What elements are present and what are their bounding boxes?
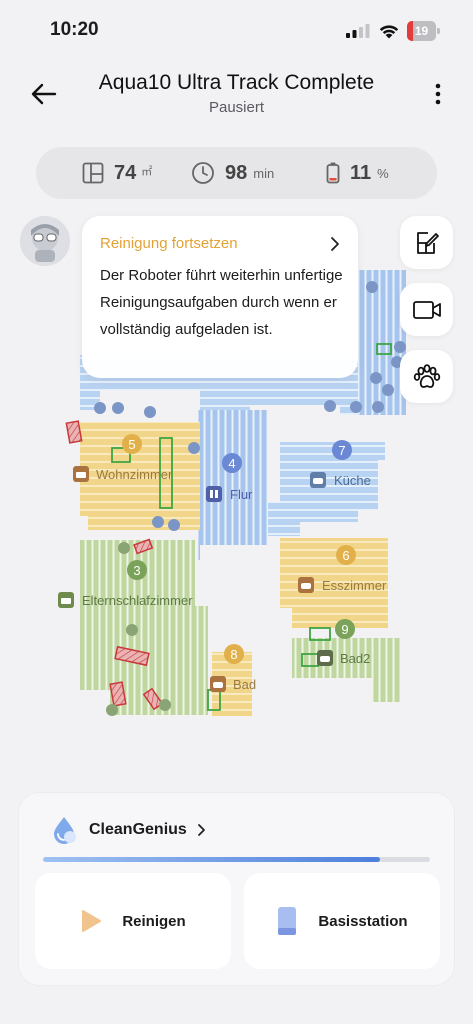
battery-unit: %	[377, 165, 389, 181]
room-number: 9	[341, 622, 348, 637]
room-label-esszimmer[interactable]: Esszimmer	[298, 577, 387, 593]
clock-icon	[192, 162, 214, 184]
status-bar: 10:20 19	[0, 0, 473, 60]
play-icon	[82, 910, 102, 932]
room-label-wohnzimmer[interactable]: Wohnzimmer	[73, 466, 173, 482]
room-number: 7	[338, 443, 345, 458]
start-cleaning-label: Reinigen	[122, 912, 186, 930]
back-button[interactable]	[26, 76, 62, 112]
room-name: Flur	[230, 487, 253, 502]
room-marker-5[interactable]: 5	[122, 434, 142, 454]
room-number: 4	[228, 456, 235, 471]
area-icon	[82, 162, 104, 184]
room-marker-6[interactable]: 6	[336, 545, 356, 565]
no-go-zone[interactable]	[65, 420, 83, 444]
chevron-right-icon	[197, 824, 205, 836]
room-name: Wohnzimmer	[96, 467, 173, 482]
battery-stat: 11 %	[326, 147, 389, 199]
wifi-icon	[379, 25, 399, 39]
arrow-left-icon	[31, 83, 57, 105]
cleangenius-droplet-icon	[54, 817, 76, 844]
cleaning-progress-bar	[43, 857, 430, 862]
battery-percentage: 19	[414, 24, 429, 38]
cellular-signal-icon	[346, 24, 370, 38]
edit-map-button[interactable]	[400, 216, 453, 269]
start-cleaning-button[interactable]: Reinigen	[35, 873, 231, 969]
battery-indicator: 19	[407, 21, 440, 41]
video-camera-icon	[412, 300, 441, 319]
battery-value: 11	[350, 161, 372, 184]
room-label-flur[interactable]: Flur	[206, 486, 253, 502]
room-marker-9[interactable]: 9	[335, 619, 355, 639]
base-station-icon	[278, 907, 297, 935]
room-marker-4[interactable]: 4	[222, 453, 242, 473]
battery-icon	[326, 162, 340, 184]
pet-paw-icon	[413, 363, 440, 388]
room-bad2-area	[292, 638, 400, 702]
message-title: Reinigung fortsetzen	[100, 235, 238, 252]
status-time: 10:20	[50, 19, 99, 40]
room-marker-3[interactable]: 3	[127, 560, 147, 580]
room-name: Esszimmer	[322, 578, 387, 593]
room-label-bad2[interactable]: Bad2	[317, 650, 370, 666]
room-name: Elternschlafzimmer	[82, 593, 193, 608]
control-panel: CleanGenius Reinigen Basisstation	[19, 793, 454, 985]
video-camera-button[interactable]	[400, 283, 453, 336]
robot-avatar-icon	[20, 216, 70, 266]
message-text: Der Roboter führt weiterhin unfertige Re…	[100, 267, 343, 338]
time-stat: 98 min	[191, 147, 274, 199]
map-hallway-connector	[268, 502, 300, 536]
cleaning-stats-bar: 74 ㎡ 98 min 11 %	[36, 147, 437, 199]
more-options-button[interactable]	[424, 78, 452, 110]
room-name: Küche	[334, 473, 371, 488]
room-name: Bad	[233, 677, 256, 692]
room-label-kueche[interactable]: Küche	[310, 472, 371, 488]
room-number: 6	[342, 548, 349, 563]
area-unit: ㎡	[141, 166, 153, 178]
base-station-label: Basisstation	[318, 912, 408, 930]
room-marker-7[interactable]: 7	[332, 440, 352, 460]
more-vertical-icon	[435, 83, 441, 105]
base-station-button[interactable]: Basisstation	[244, 873, 440, 969]
device-status: Pausiert	[208, 99, 265, 116]
time-value: 98	[225, 161, 248, 184]
resume-cleaning-message[interactable]: Reinigung fortsetzen Der Roboter führt w…	[82, 216, 358, 378]
area-stat: 74 ㎡	[82, 147, 152, 199]
edit-map-icon	[416, 231, 439, 254]
cleangenius-label: CleanGenius	[89, 821, 187, 838]
robot-assistant-avatar	[20, 216, 70, 266]
room-marker-8[interactable]: 8	[224, 644, 244, 664]
pet-mode-button[interactable]	[400, 350, 453, 403]
cleangenius-toggle[interactable]: CleanGenius	[49, 815, 206, 845]
time-unit: min	[253, 165, 275, 181]
room-label-elternschlafzimmer[interactable]: Elternschlafzimmer	[58, 592, 193, 608]
room-name: Bad2	[340, 651, 370, 666]
page-title: Aqua10 Ultra Track Complete	[98, 71, 375, 94]
room-label-bad[interactable]: Bad	[210, 676, 256, 692]
room-number: 5	[128, 437, 135, 452]
room-number: 8	[230, 647, 237, 662]
area-value: 74	[114, 161, 137, 184]
room-flur-area	[198, 410, 268, 560]
chevron-right-icon	[331, 237, 339, 251]
room-number: 3	[133, 563, 140, 578]
